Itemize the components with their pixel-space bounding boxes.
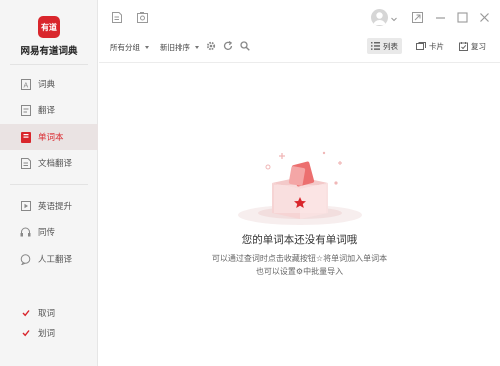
sidebar-item-human-translate[interactable]: 人工翻译 [0,246,98,272]
translate-icon [20,104,31,116]
avatar-chevron-down-icon[interactable] [391,15,397,22]
wordbook-icon [20,131,31,143]
sort-label: 新旧排序 [160,42,190,52]
empty-state-hint-line-1: 可以通过查词时点击收藏按钮☆将单词加入单词本 [211,254,388,263]
toolbar-divider [99,62,500,63]
word-select-toggle[interactable]: 划词 [0,325,98,341]
sidebar-item-doc-translate[interactable]: 文档翻译 [0,150,98,176]
chat-icon [20,253,31,265]
list-view-button[interactable]: 列表 [367,38,402,54]
review-icon [459,41,468,51]
headset-icon [20,227,31,238]
group-filter-label: 所有分组 [110,42,140,52]
word-capture-toggle[interactable]: 取词 [0,305,98,321]
sidebar-item-label: 同传 [38,228,56,238]
document-icon[interactable] [112,12,123,23]
review-label: 复习 [471,41,486,51]
sidebar-item-label: 单词本 [38,133,64,143]
user-avatar[interactable] [371,9,388,26]
empty-state-hint-line-2: 也可以设置⚙中批量导入 [255,267,344,276]
settings-gear-icon[interactable] [206,41,216,51]
sidebar-divider [10,184,88,185]
sidebar-item-interpret[interactable]: 同传 [0,219,98,245]
dictionary-icon: A [20,78,31,90]
app-logo: 有道 [38,16,60,38]
sidebar-divider [10,64,88,65]
sidebar: 有道 网易有道词典 A 词典 翻译 单词本 文档翻译 英语提升 同传 人工翻译 … [0,0,98,366]
doc-translate-icon [20,157,31,169]
group-filter-dropdown[interactable]: 所有分组 [110,40,149,54]
empty-wordbook-illustration [228,145,368,227]
sidebar-item-wordbook[interactable]: 单词本 [0,124,98,150]
checkmark-icon[interactable] [22,309,30,317]
sort-dropdown[interactable]: 新旧排序 [160,40,199,54]
sidebar-item-label: 翻译 [38,106,56,116]
close-icon[interactable] [479,12,490,23]
sidebar-item-translate[interactable]: 翻译 [0,97,98,123]
card-view-label: 卡片 [429,41,444,51]
screenshot-icon[interactable] [137,12,148,23]
chevron-down-icon [145,45,149,49]
check-label: 取词 [38,309,56,319]
list-icon [371,42,380,50]
empty-state-title: 您的单词本还没有单词哦 [241,234,358,246]
refresh-icon[interactable] [223,41,233,51]
svg-text:A: A [23,82,28,89]
search-icon[interactable] [240,41,250,51]
list-view-label: 列表 [383,41,398,51]
checkmark-icon[interactable] [22,329,30,337]
maximize-icon[interactable] [457,12,468,23]
review-button[interactable]: 复习 [455,38,490,54]
minimize-icon[interactable] [435,12,446,23]
card-view-button[interactable]: 卡片 [412,38,448,54]
card-icon [416,42,426,50]
sidebar-item-english[interactable]: 英语提升 [0,193,98,219]
sidebar-item-label: 人工翻译 [38,255,73,265]
app-name: 网易有道词典 [20,46,78,57]
sidebar-item-label: 英语提升 [38,202,73,212]
sidebar-item-label: 文档翻译 [38,159,73,169]
sidebar-item-label: 词典 [38,80,56,90]
chevron-down-icon [195,45,199,49]
check-label: 划词 [38,329,56,339]
mini-mode-icon[interactable] [412,12,423,23]
sidebar-item-dictionary[interactable]: A 词典 [0,71,98,97]
play-icon [20,201,31,212]
